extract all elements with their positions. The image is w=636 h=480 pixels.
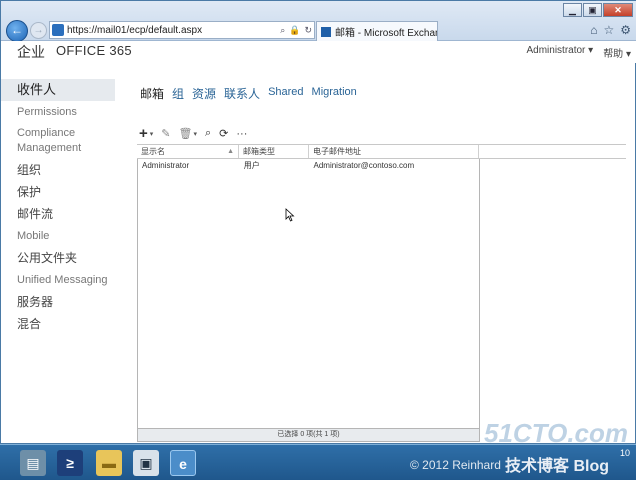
file-explorer-icon[interactable]: ▬	[96, 450, 122, 476]
app-header: 企业 OFFICE 365 Administrator ▾ 帮助 ▾	[1, 41, 636, 63]
refresh-icon[interactable]: ⟳	[219, 127, 228, 140]
blog-watermark: 技术博客 Blog	[505, 452, 609, 476]
address-bar[interactable]: https://mail01/ecp/default.aspx ⌕ 🔒 ↻	[49, 21, 315, 39]
delete-dropdown-chevron-icon[interactable]: ▾	[193, 130, 197, 138]
browser-titlebar: ▁ ▣ ✕ ← → https://mail01/ecp/default.asp…	[1, 1, 636, 42]
nav-item-protection[interactable]: 保护	[1, 181, 115, 203]
cell-display-name: Administrator	[142, 161, 190, 170]
browser-tab[interactable]: 邮箱 - Microsoft Exchange ×	[316, 21, 438, 41]
console-app-icon[interactable]: ▣	[133, 450, 159, 476]
minimize-button[interactable]: ▁	[563, 3, 582, 17]
nav-item-recipients[interactable]: 收件人	[1, 79, 115, 101]
user-dropdown[interactable]: Administrator ▾	[526, 45, 593, 60]
powershell-icon[interactable]: ≥	[57, 450, 83, 476]
table-header: 显示名 ▲ 邮箱类型 电子邮件地址	[137, 144, 626, 159]
table-row[interactable]: Administrator 用户 Administrator@contoso.c…	[138, 159, 479, 181]
back-button[interactable]: ←	[6, 20, 28, 42]
nav-item-organization[interactable]: 组织	[1, 159, 115, 181]
mailbox-list: 显示名 ▲ 邮箱类型 电子邮件地址 Administrator 用户 Admin…	[137, 144, 626, 443]
mouse-cursor-icon	[285, 208, 295, 222]
search-icon[interactable]: ⌕	[280, 25, 285, 36]
tab-shared[interactable]: Shared	[268, 85, 303, 102]
tab-mailboxes[interactable]: 邮箱	[140, 85, 164, 102]
nav-item-unified-messaging[interactable]: Unified Messaging	[1, 269, 115, 291]
favorites-icon[interactable]: ☆	[603, 23, 614, 37]
nav-item-compliance-management[interactable]: Compliance Management	[1, 123, 115, 159]
add-dropdown-chevron-icon[interactable]: ▾	[150, 130, 154, 138]
address-bar-tools: ⌕ 🔒 ↻	[278, 25, 314, 36]
search-icon[interactable]: ⌕	[205, 127, 211, 140]
window-controls: ▁ ▣ ✕	[562, 3, 633, 17]
cell-mailbox-type: 用户	[243, 161, 260, 170]
close-button[interactable]: ✕	[603, 3, 633, 17]
nav-item-hybrid[interactable]: 混合	[1, 313, 115, 335]
more-options-icon[interactable]: ···	[236, 128, 247, 140]
nav-item-mobile[interactable]: Mobile	[1, 225, 115, 247]
selection-status: 已选择 0 项(共 1 项)	[137, 428, 480, 442]
url-text[interactable]: https://mail01/ecp/default.aspx	[67, 25, 278, 36]
browser-tools: ⌂ ☆ ⚙	[584, 23, 631, 37]
browser-window: ▁ ▣ ✕ ← → https://mail01/ecp/default.asp…	[0, 0, 636, 444]
refresh-icon[interactable]: ↻	[304, 25, 312, 36]
tab-favicon-icon	[321, 26, 331, 37]
brand-enterprise[interactable]: 企业	[17, 42, 45, 62]
lock-icon[interactable]: 🔒	[289, 25, 300, 36]
nav-item-permissions[interactable]: Permissions	[1, 101, 115, 123]
home-icon[interactable]: ⌂	[590, 23, 597, 37]
nav-item-servers[interactable]: 服务器	[1, 291, 115, 313]
maximize-button[interactable]: ▣	[583, 3, 602, 17]
help-dropdown[interactable]: 帮助 ▾	[603, 45, 631, 60]
recipient-tabs: 邮箱 组 资源 联系人 Shared Migration	[140, 85, 365, 102]
blog-watermark-cn: 技术博客	[505, 458, 570, 475]
cell-email-address: Administrator@contoso.com	[313, 161, 415, 170]
system-tray-clock[interactable]: 10	[620, 448, 630, 458]
tab-groups[interactable]: 组	[172, 85, 184, 102]
site-watermark: 51CTO.com	[483, 418, 628, 448]
internet-explorer-icon[interactable]: e	[170, 450, 196, 476]
site-favicon-icon	[52, 24, 64, 36]
tab-title: 邮箱 - Microsoft Exchange	[335, 28, 437, 39]
settings-gear-icon[interactable]: ⚙	[620, 23, 631, 37]
nav-item-public-folders[interactable]: 公用文件夹	[1, 247, 115, 269]
brand-office365[interactable]: OFFICE 365	[56, 43, 132, 58]
add-icon[interactable]: +	[139, 125, 148, 142]
edit-pencil-icon[interactable]: ✎	[161, 127, 170, 140]
nav-item-mail-flow[interactable]: 邮件流	[1, 203, 115, 225]
column-mailbox-type[interactable]: 邮箱类型	[239, 145, 309, 158]
sort-ascending-icon: ▲	[227, 148, 234, 155]
server-manager-icon[interactable]: ▤	[20, 450, 46, 476]
forward-button[interactable]: →	[30, 22, 47, 39]
tab-migration[interactable]: Migration	[312, 85, 357, 102]
tab-contacts[interactable]: 联系人	[224, 85, 260, 102]
column-display-name[interactable]: 显示名 ▲	[137, 145, 239, 158]
tab-resources[interactable]: 资源	[192, 85, 216, 102]
column-email-address[interactable]: 电子邮件地址	[309, 145, 479, 158]
blog-watermark-en: Blog	[573, 458, 610, 475]
column-display-name-label: 显示名	[141, 147, 165, 156]
table-body: Administrator 用户 Administrator@contoso.c…	[137, 159, 480, 429]
copyright-watermark: © 2012 Reinhard	[410, 458, 501, 472]
list-toolbar: + ▾ ✎ 🗑 ▾ ⌕ ⟳ ···	[139, 125, 255, 142]
left-navigation: 收件人 Permissions Compliance Management 组织…	[1, 79, 115, 335]
user-menu: Administrator ▾ 帮助 ▾	[516, 45, 631, 60]
delete-trash-icon[interactable]: 🗑	[179, 127, 193, 140]
